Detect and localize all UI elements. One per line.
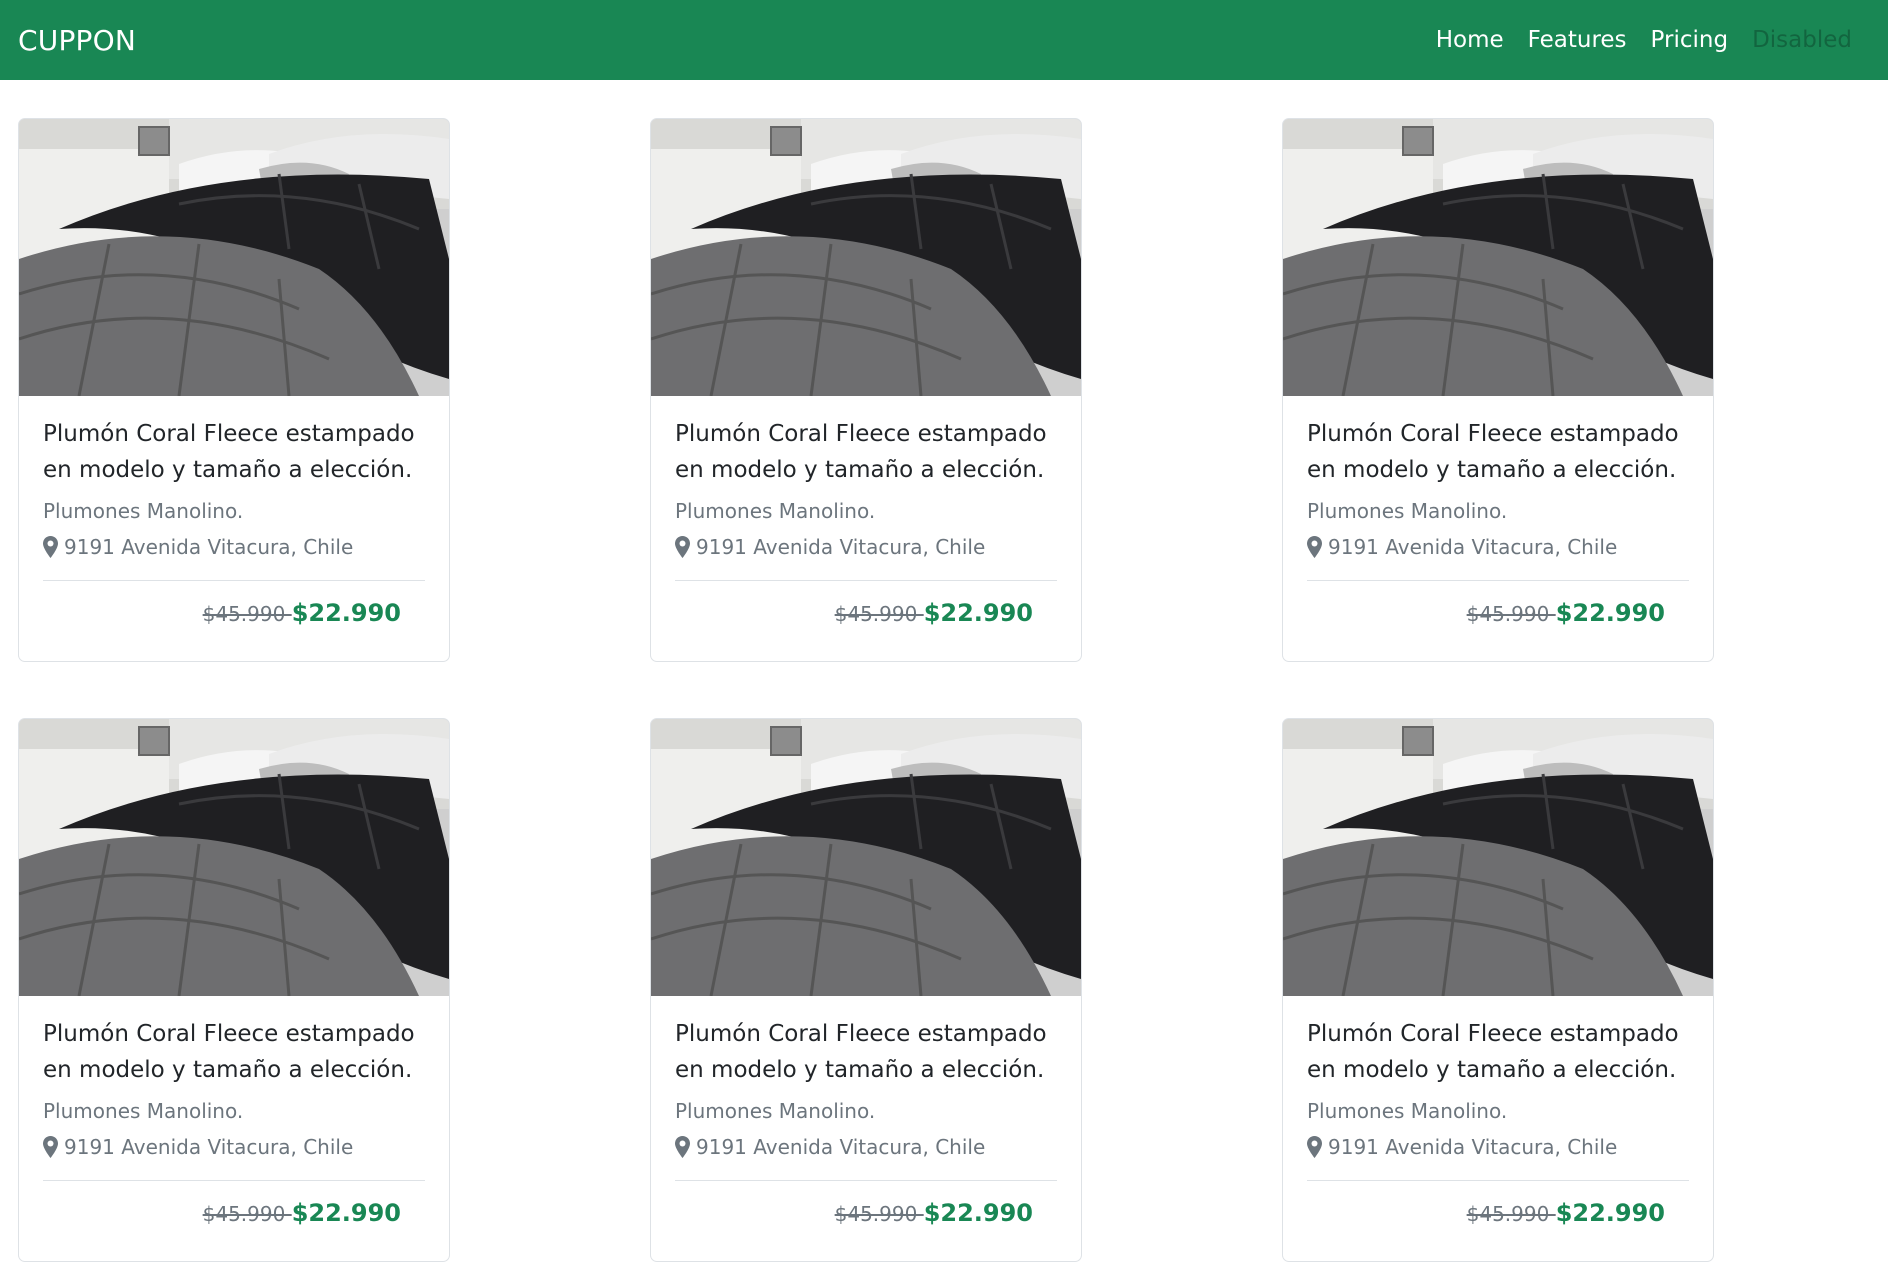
map-marker-icon (43, 1136, 58, 1158)
map-marker-icon (43, 536, 58, 558)
card-seller: Plumones Manolino. (43, 1099, 244, 1123)
card-new-price: $22.990 (923, 599, 1033, 627)
coupon-card[interactable]: Plumón Coral Fleece estampado en modelo … (1282, 118, 1714, 662)
card-title[interactable]: Plumón Coral Fleece estampado en modelo … (1307, 1016, 1689, 1088)
card-old-price: $45.990 (1466, 1202, 1556, 1226)
card-body: Plumón Coral Fleece estampado en modelo … (651, 396, 1081, 581)
card-old-price: $45.990 (202, 1202, 292, 1226)
card-old-price: $45.990 (202, 602, 292, 626)
card-location: 9191 Avenida Vitacura, Chile (43, 1134, 425, 1160)
product-image[interactable] (1283, 719, 1713, 996)
card-title[interactable]: Plumón Coral Fleece estampado en modelo … (43, 416, 425, 488)
coupon-card[interactable]: Plumón Coral Fleece estampado en modelo … (650, 118, 1082, 662)
card-location: 9191 Avenida Vitacura, Chile (675, 1134, 1057, 1160)
card-body: Plumón Coral Fleece estampado en modelo … (651, 996, 1081, 1181)
card-seller: Plumones Manolino. (675, 1099, 876, 1123)
card-location-text: 9191 Avenida Vitacura, Chile (64, 535, 354, 559)
card-new-price: $22.990 (291, 599, 401, 627)
product-image[interactable] (19, 719, 449, 996)
card-location-text: 9191 Avenida Vitacura, Chile (696, 1135, 986, 1159)
card-price: $45.990 $22.990 (1283, 1181, 1713, 1261)
nav-links: Home Features Pricing Disabled (1424, 27, 1864, 53)
card-price: $45.990 $22.990 (651, 581, 1081, 661)
card-title[interactable]: Plumón Coral Fleece estampado en modelo … (43, 1016, 425, 1088)
card-location: 9191 Avenida Vitacura, Chile (43, 534, 425, 560)
card-old-price: $45.990 (834, 602, 924, 626)
card-old-price: $45.990 (834, 1202, 924, 1226)
brand-logo-link[interactable]: CUPPON (18, 24, 136, 57)
card-body: Plumón Coral Fleece estampado en modelo … (1283, 396, 1713, 581)
coupon-card[interactable]: Plumón Coral Fleece estampado en modelo … (18, 118, 450, 662)
card-location-text: 9191 Avenida Vitacura, Chile (696, 535, 986, 559)
card-body: Plumón Coral Fleece estampado en modelo … (1283, 996, 1713, 1181)
product-image[interactable] (19, 119, 449, 396)
map-marker-icon (675, 536, 690, 558)
card-seller: Plumones Manolino. (1307, 1099, 1508, 1123)
product-image[interactable] (651, 119, 1081, 396)
card-price: $45.990 $22.990 (1283, 581, 1713, 661)
card-new-price: $22.990 (1555, 599, 1665, 627)
card-location: 9191 Avenida Vitacura, Chile (1307, 1134, 1689, 1160)
card-title[interactable]: Plumón Coral Fleece estampado en modelo … (1307, 416, 1689, 488)
card-body: Plumón Coral Fleece estampado en modelo … (19, 996, 449, 1181)
coupon-card[interactable]: Plumón Coral Fleece estampado en modelo … (1282, 718, 1714, 1262)
card-old-price: $45.990 (1466, 602, 1556, 626)
card-location-text: 9191 Avenida Vitacura, Chile (1328, 1135, 1618, 1159)
map-marker-icon (1307, 536, 1322, 558)
product-image[interactable] (1283, 119, 1713, 396)
nav-link-features[interactable]: Features (1516, 27, 1639, 53)
nav-link-disabled: Disabled (1752, 27, 1852, 53)
map-marker-icon (1307, 1136, 1322, 1158)
nav-link-pricing[interactable]: Pricing (1639, 27, 1741, 53)
card-price: $45.990 $22.990 (651, 1181, 1081, 1261)
card-seller: Plumones Manolino. (43, 499, 244, 523)
card-location-text: 9191 Avenida Vitacura, Chile (64, 1135, 354, 1159)
card-location-text: 9191 Avenida Vitacura, Chile (1328, 535, 1618, 559)
product-image[interactable] (651, 719, 1081, 996)
card-location: 9191 Avenida Vitacura, Chile (675, 534, 1057, 560)
map-marker-icon (675, 1136, 690, 1158)
card-seller: Plumones Manolino. (1307, 499, 1508, 523)
coupon-card[interactable]: Plumón Coral Fleece estampado en modelo … (18, 718, 450, 1262)
card-title[interactable]: Plumón Coral Fleece estampado en modelo … (675, 1016, 1057, 1088)
top-navbar: CUPPON Home Features Pricing Disabled (0, 0, 1888, 80)
coupon-card[interactable]: Plumón Coral Fleece estampado en modelo … (650, 718, 1082, 1262)
card-new-price: $22.990 (291, 1199, 401, 1227)
nav-link-home[interactable]: Home (1424, 27, 1516, 53)
card-location: 9191 Avenida Vitacura, Chile (1307, 534, 1689, 560)
card-seller: Plumones Manolino. (675, 499, 876, 523)
card-title[interactable]: Plumón Coral Fleece estampado en modelo … (675, 416, 1057, 488)
card-price: $45.990 $22.990 (19, 1181, 449, 1261)
card-price: $45.990 $22.990 (19, 581, 449, 661)
card-body: Plumón Coral Fleece estampado en modelo … (19, 396, 449, 581)
card-new-price: $22.990 (923, 1199, 1033, 1227)
card-new-price: $22.990 (1555, 1199, 1665, 1227)
